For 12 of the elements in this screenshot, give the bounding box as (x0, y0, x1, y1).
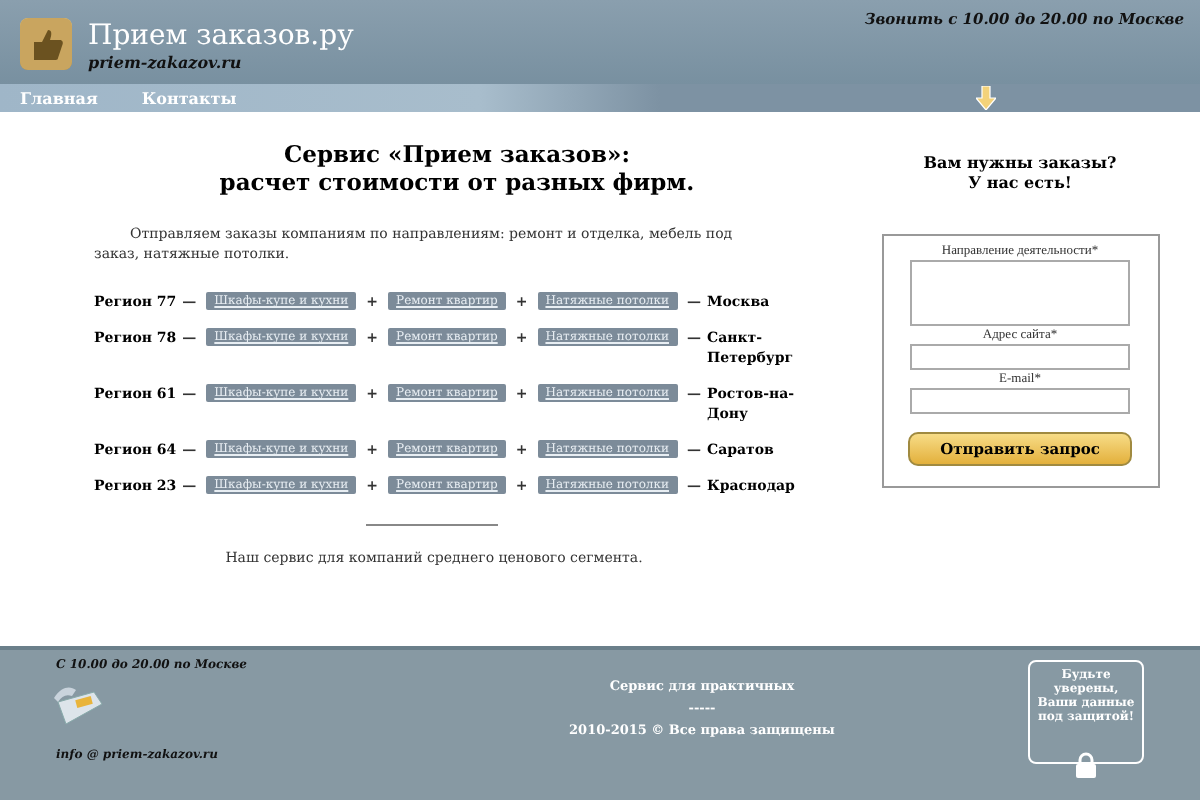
site-title: Прием заказов.ру (88, 20, 354, 52)
telephone-icon (52, 686, 104, 726)
form-heading: Вам нужны заказы? У нас есть! (923, 152, 1117, 192)
site-domain: priem-zakazov.ru (88, 52, 244, 72)
input-field[interactable] (910, 344, 1130, 370)
thumbs-up-icon (20, 18, 72, 70)
nav-link[interactable]: Главная (20, 88, 98, 108)
page-heading: Сервис «Прием заказов»: расчет стоимости от разных фирм. (217, 140, 697, 196)
input-field[interactable] (910, 388, 1130, 414)
nav-link[interactable]: Контакты (141, 88, 237, 108)
arrow-down-icon (976, 86, 996, 110)
activity-field[interactable] (910, 260, 1130, 326)
